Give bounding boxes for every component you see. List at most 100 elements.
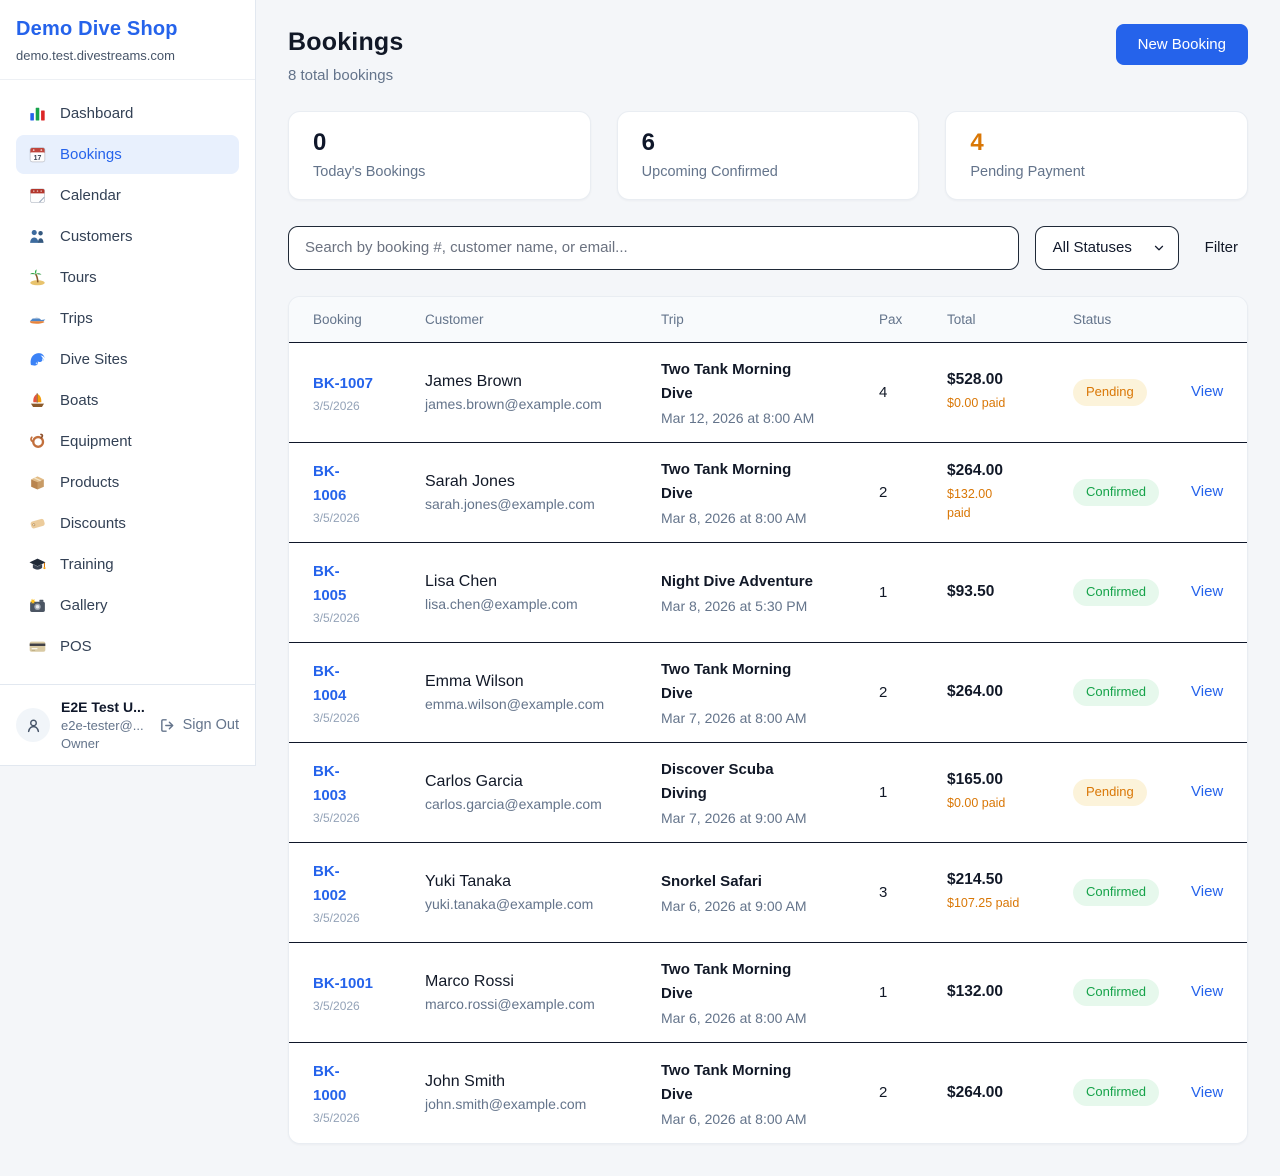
trip-datetime: Mar 6, 2026 at 8:00 AM [661,1111,879,1127]
pax-cell: 3 [879,884,947,901]
column-header-total: Total [947,312,1073,327]
bookings-table: Booking Customer Trip Pax Total Status B… [288,296,1248,1144]
sidebar-item-customers[interactable]: Customers [16,217,239,256]
view-link[interactable]: View [1191,583,1223,600]
status-cell: Pending [1073,779,1191,806]
total-amount: $264.00 [947,462,1073,480]
table-row: BK-1007 3/5/2026 James Brown james.brown… [289,343,1247,443]
sidebar-item-dashboard[interactable]: Dashboard [16,94,239,133]
sign-out-button[interactable]: Sign Out [159,717,239,734]
new-booking-button[interactable]: New Booking [1116,24,1248,65]
trip-name: Two Tank Morning Dive [661,458,799,506]
booking-cell: BK-1004 3/5/2026 [313,660,425,725]
booking-link[interactable]: BK-1000 [313,1060,355,1108]
sidebar-item-discounts[interactable]: Discounts [16,504,239,543]
customer-email: lisa.chen@example.com [425,596,661,612]
customer-email: emma.wilson@example.com [425,696,661,712]
sidebar-item-training[interactable]: Training [16,545,239,584]
actions-cell: View [1191,1084,1223,1102]
calendar-17-icon: 17 [28,145,47,164]
status-badge: Confirmed [1073,1079,1159,1106]
booking-link[interactable]: BK-1002 [313,860,355,908]
column-header-customer: Customer [425,312,661,327]
view-link[interactable]: View [1191,1084,1223,1101]
view-link[interactable]: View [1191,383,1223,400]
person-icon [24,716,43,735]
booking-link[interactable]: BK-1001 [313,972,373,996]
search-input[interactable] [288,226,1019,270]
view-link[interactable]: View [1191,683,1223,700]
status-cell: Confirmed [1073,479,1191,506]
booking-link[interactable]: BK-1003 [313,760,355,808]
booking-link[interactable]: BK-1005 [313,560,355,608]
user-email: e2e-tester@... [61,718,148,733]
sidebar-item-label: Training [60,556,114,574]
total-cell: $528.00 $0.00 paid [947,371,1073,413]
view-link[interactable]: View [1191,483,1223,500]
sidebar-item-dive-sites[interactable]: Dive Sites [16,340,239,379]
pax-cell: 4 [879,384,947,401]
sidebar-item-boats[interactable]: Boats [16,381,239,420]
table-row: BK-1006 3/5/2026 Sarah Jones sarah.jones… [289,443,1247,543]
view-link[interactable]: View [1191,983,1223,1000]
pax-cell: 1 [879,984,947,1001]
booking-cell: BK-1006 3/5/2026 [313,460,425,525]
actions-cell: View [1191,683,1223,701]
status-cell: Confirmed [1073,679,1191,706]
status-cell: Confirmed [1073,579,1191,606]
chevron-down-icon [1152,241,1166,255]
table-row: BK-1004 3/5/2026 Emma Wilson emma.wilson… [289,643,1247,743]
sidebar-item-bookings[interactable]: 17 Bookings [16,135,239,174]
sign-out-label: Sign Out [183,717,239,733]
stat-card: 4 Pending Payment [945,111,1248,200]
customer-name: Marco Rossi [425,973,661,991]
booking-link[interactable]: BK-1006 [313,460,355,508]
booking-cell: BK-1002 3/5/2026 [313,860,425,925]
sidebar-item-label: Boats [60,392,98,410]
customer-cell: James Brown james.brown@example.com [425,373,661,412]
table-body: BK-1007 3/5/2026 James Brown james.brown… [289,343,1247,1143]
paid-amount: $0.00 paid [947,794,1073,813]
total-amount: $165.00 [947,771,1073,789]
pax-cell: 1 [879,584,947,601]
customer-name: Sarah Jones [425,473,661,491]
sidebar-item-calendar[interactable]: Calendar [16,176,239,215]
trip-datetime: Mar 6, 2026 at 9:00 AM [661,898,879,914]
actions-cell: View [1191,483,1223,501]
filter-button[interactable]: Filter [1195,239,1248,256]
booking-link[interactable]: BK-1007 [313,372,373,396]
booking-link[interactable]: BK-1004 [313,660,355,708]
sidebar-item-tours[interactable]: Tours [16,258,239,297]
sidebar-item-label: Products [60,474,119,492]
bar-chart-icon [28,104,47,123]
total-cell: $165.00 $0.00 paid [947,771,1073,813]
stat-card: 0 Today's Bookings [288,111,591,200]
sidebar-item-gallery[interactable]: Gallery [16,586,239,625]
sidebar-header: Demo Dive Shop demo.test.divestreams.com [0,0,255,80]
user-name: E2E Test U... [61,699,148,715]
shop-domain: demo.test.divestreams.com [16,48,239,63]
trip-cell: Snorkel Safari Mar 6, 2026 at 9:00 AM [661,870,879,914]
booking-date: 3/5/2026 [313,711,425,725]
sidebar-item-products[interactable]: Products [16,463,239,502]
booking-cell: BK-1007 3/5/2026 [313,372,425,413]
user-info: E2E Test U... e2e-tester@... Owner [61,699,148,751]
stat-value: 4 [970,129,1223,157]
status-badge: Confirmed [1073,579,1159,606]
customer-cell: Emma Wilson emma.wilson@example.com [425,673,661,712]
customer-cell: John Smith john.smith@example.com [425,1073,661,1112]
view-link[interactable]: View [1191,883,1223,900]
sidebar-item-trips[interactable]: Trips [16,299,239,338]
people-icon [28,227,47,246]
sidebar-item-label: Dive Sites [60,351,128,369]
status-badge: Pending [1073,779,1147,806]
status-select[interactable]: All Statuses [1035,226,1179,270]
sidebar-item-pos[interactable]: POS [16,627,239,666]
sidebar-item-label: Dashboard [60,105,133,123]
sidebar-item-equipment[interactable]: Equipment [16,422,239,461]
view-link[interactable]: View [1191,783,1223,800]
table-header-row: Booking Customer Trip Pax Total Status [289,297,1247,343]
sidebar-item-label: Trips [60,310,93,328]
customer-name: James Brown [425,373,661,391]
customer-email: marco.rossi@example.com [425,996,661,1012]
